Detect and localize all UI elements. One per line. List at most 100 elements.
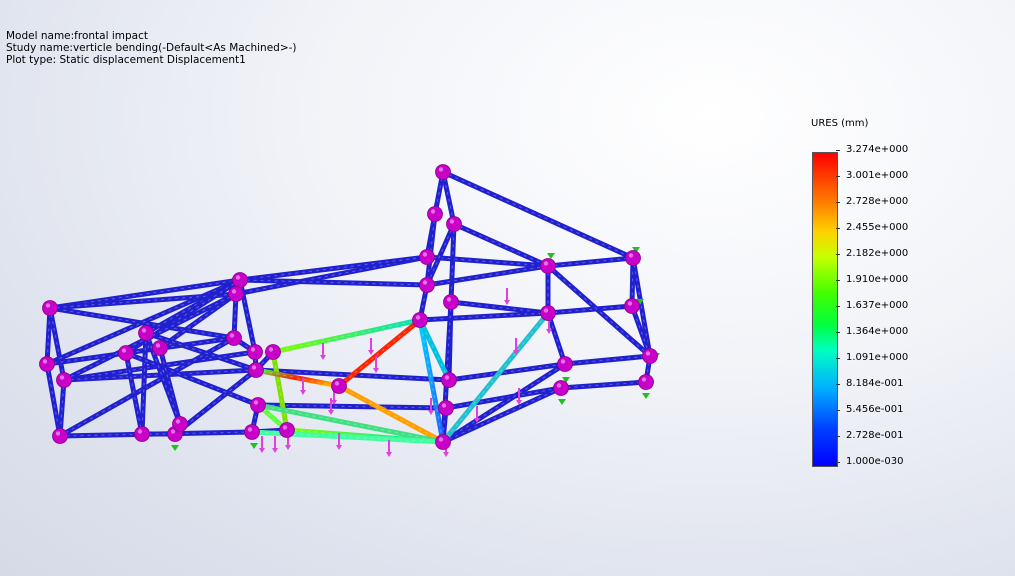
load-arrow-icon — [259, 436, 265, 453]
load-arrow-icon — [272, 436, 278, 453]
legend-label: 1.364e+000 — [846, 326, 909, 337]
frame-node — [250, 397, 266, 413]
legend-tick — [836, 332, 840, 333]
frame-node-highlight — [42, 359, 48, 364]
legend-label: 1.000e-030 — [846, 456, 904, 467]
frame-node-highlight — [59, 375, 65, 380]
frame-node-highlight — [282, 425, 288, 430]
frame-node-highlight — [438, 167, 444, 172]
frame-node-highlight — [543, 261, 549, 266]
frame-node-highlight — [247, 427, 253, 432]
frame-node — [247, 344, 263, 360]
legend-tick — [836, 280, 840, 281]
frame-node-highlight — [444, 375, 450, 380]
frame-node-highlight — [155, 343, 161, 348]
legend-tick — [836, 384, 840, 385]
legend-title: URES (mm) — [811, 118, 869, 129]
frame-node-highlight — [235, 275, 241, 280]
frame-tube — [424, 263, 551, 288]
frame-model-view[interactable] — [0, 0, 1015, 576]
legend-label: 5.456e-001 — [846, 404, 904, 415]
frame-node-highlight — [55, 431, 61, 436]
legend-tick — [836, 462, 840, 463]
frame-node-highlight — [175, 419, 181, 424]
frame-node — [232, 272, 248, 288]
frame-node — [441, 372, 457, 388]
frame-node-highlight — [422, 280, 428, 285]
frame-node-highlight — [141, 328, 147, 333]
load-arrow-icon — [368, 338, 374, 355]
frame-node — [625, 250, 641, 266]
frame-node-highlight — [231, 289, 237, 294]
fixture-arrow-icon — [171, 445, 179, 451]
legend-label: 1.910e+000 — [846, 274, 909, 285]
frame-node — [443, 294, 459, 310]
frame-node-highlight — [121, 348, 127, 353]
frame-node-highlight — [430, 209, 436, 214]
legend-label: 3.274e+000 — [846, 144, 909, 155]
load-arrow-icon — [504, 288, 510, 305]
frame-node-highlight — [628, 253, 634, 258]
frame-tubes — [44, 169, 653, 445]
frame-node — [435, 164, 451, 180]
legend-label: 1.637e+000 — [846, 300, 909, 311]
legend-tick — [836, 254, 840, 255]
frame-node-highlight — [627, 301, 633, 306]
frame-node — [419, 249, 435, 265]
frame-node-highlight — [641, 377, 647, 382]
legend-tick — [836, 228, 840, 229]
legend-label: 8.184e-001 — [846, 378, 904, 389]
fixture-arrow-icon — [642, 393, 650, 399]
frame-node — [553, 380, 569, 396]
frame-node — [244, 424, 260, 440]
frame-node — [42, 300, 58, 316]
frame-node — [331, 378, 347, 394]
frame-node-highlight — [45, 303, 51, 308]
frame-node-highlight — [441, 403, 447, 408]
frame-node — [228, 286, 244, 302]
frame-node — [540, 258, 556, 274]
legend-tick — [836, 202, 840, 203]
legend-tick — [836, 436, 840, 437]
legend-label: 3.001e+000 — [846, 170, 909, 181]
frame-node — [265, 344, 281, 360]
frame-node-highlight — [170, 429, 176, 434]
frame-node-highlight — [253, 400, 259, 405]
legend-tick — [836, 150, 840, 151]
frame-node-highlight — [449, 219, 455, 224]
fixture-arrow-icon — [547, 253, 555, 259]
frame-node-highlight — [415, 315, 421, 320]
frame-node-highlight — [229, 333, 235, 338]
frame-node-highlight — [556, 383, 562, 388]
frame-node — [226, 330, 242, 346]
frame-node — [279, 422, 295, 438]
frame-node — [446, 216, 462, 232]
legend-label: 2.728e-001 — [846, 430, 904, 441]
fixture-arrow-icon — [558, 399, 566, 405]
fixture-arrow-icon — [250, 443, 258, 449]
frame-node-highlight — [560, 359, 566, 364]
frame-node-highlight — [446, 297, 452, 302]
frame-node — [412, 312, 428, 328]
frame-node — [118, 345, 134, 361]
legend-label: 1.091e+000 — [846, 352, 909, 363]
legend-label: 2.728e+000 — [846, 196, 909, 207]
load-arrow-icon — [386, 440, 392, 457]
legend-color-bar — [812, 152, 838, 467]
legend-tick — [836, 306, 840, 307]
frame-node-highlight — [250, 347, 256, 352]
frame-node — [134, 426, 150, 442]
frame-node — [642, 348, 658, 364]
frame-node-highlight — [268, 347, 274, 352]
frame-node — [624, 298, 640, 314]
load-arrow-icon — [320, 343, 326, 360]
frame-node — [52, 428, 68, 444]
legend-label: 2.182e+000 — [846, 248, 909, 259]
frame-node — [56, 372, 72, 388]
frame-node-highlight — [645, 351, 651, 356]
frame-node-highlight — [334, 381, 340, 386]
frame-node — [172, 416, 188, 432]
legend-tick — [836, 410, 840, 411]
frame-node-highlight — [422, 252, 428, 257]
frame-node — [435, 434, 451, 450]
